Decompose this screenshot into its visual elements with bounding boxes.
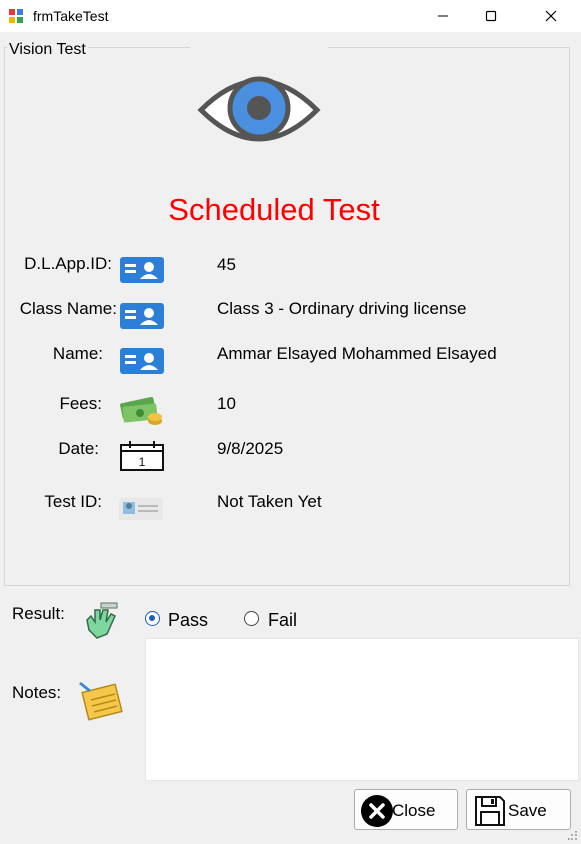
maximize-icon xyxy=(485,10,497,22)
pass-label[interactable]: Pass xyxy=(168,610,208,631)
calendar-day: 1 xyxy=(139,455,146,469)
minimize-button[interactable] xyxy=(420,0,466,32)
test-id-value: Not Taken Yet xyxy=(217,492,322,511)
id-card-icon xyxy=(120,257,164,283)
page-heading: Scheduled Test xyxy=(168,192,380,227)
group-border-gap xyxy=(190,44,328,50)
pass-radio[interactable] xyxy=(145,611,160,626)
notes-icon xyxy=(79,682,123,721)
app-id-label: D.L.App.ID: xyxy=(24,254,112,273)
id-card-icon xyxy=(120,303,164,329)
app-id-value: 45 xyxy=(217,255,236,274)
group-title: Vision Test xyxy=(7,41,88,59)
close-icon xyxy=(545,10,557,22)
window-close-button[interactable] xyxy=(528,0,574,32)
test-id-label: Test ID: xyxy=(44,492,102,511)
eye-icon xyxy=(197,76,321,142)
name-value: Ammar Elsayed Mohammed Elsayed xyxy=(217,344,497,363)
save-button[interactable]: Save xyxy=(466,789,571,830)
maximize-button[interactable] xyxy=(468,0,514,32)
save-button-label: Save xyxy=(508,801,547,820)
title-bar: frmTakeTest xyxy=(0,0,581,32)
notes-label: Notes: xyxy=(12,683,62,702)
floppy-disk-icon xyxy=(475,796,505,826)
class-name-value: Class 3 - Ordinary driving license xyxy=(217,299,467,318)
hand-icon xyxy=(86,602,118,639)
notes-textarea[interactable] xyxy=(145,638,579,781)
id-card-icon xyxy=(120,348,164,374)
class-name-label: Class Name: xyxy=(19,299,117,318)
fees-value: 10 xyxy=(217,394,236,413)
calendar-icon: 1 xyxy=(120,441,164,471)
date-value: 9/8/2025 xyxy=(217,439,284,458)
fail-radio[interactable] xyxy=(244,611,259,626)
fees-label: Fees: xyxy=(59,394,102,413)
minimize-icon xyxy=(438,15,448,17)
close-circle-icon xyxy=(361,795,393,827)
fail-label[interactable]: Fail xyxy=(268,610,297,631)
app-icon xyxy=(9,9,23,23)
resize-grip-icon[interactable] xyxy=(568,831,578,841)
date-label: Date: xyxy=(58,439,99,458)
money-icon xyxy=(120,397,162,425)
close-button[interactable]: Close xyxy=(354,789,458,830)
window-title: frmTakeTest xyxy=(33,8,109,24)
name-label: Name: xyxy=(52,344,103,363)
result-label: Result: xyxy=(12,604,65,623)
badge-icon xyxy=(119,498,163,520)
close-button-label: Close xyxy=(392,801,436,820)
